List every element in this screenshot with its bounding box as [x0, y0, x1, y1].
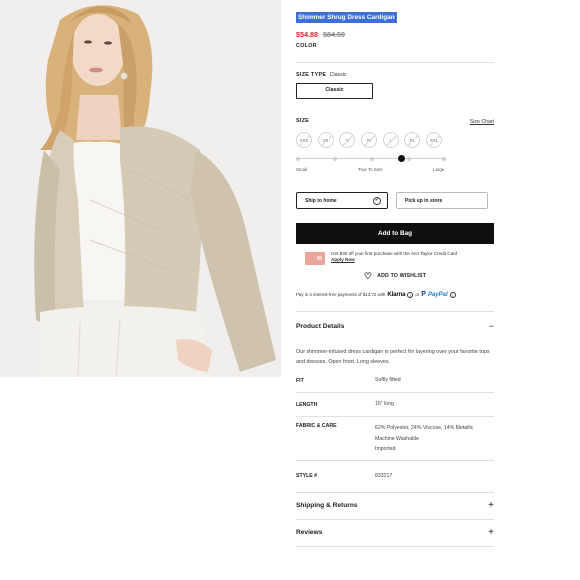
size-type-value: Classic — [329, 72, 347, 78]
size-option-s[interactable]: S — [339, 132, 356, 148]
size-header: SIZE Size Chart — [296, 118, 494, 125]
size-option-xs[interactable]: XS — [317, 132, 334, 148]
add-to-bag-button[interactable]: Add to Bag — [296, 223, 494, 244]
apply-now-link[interactable]: Apply Now — [331, 257, 457, 263]
spec-row-style: STYLE # 833217 — [296, 461, 494, 493]
plus-icon[interactable]: + — [488, 527, 494, 538]
paypal-logo[interactable]: PayPal — [428, 292, 448, 298]
model-photo — [0, 0, 281, 377]
spec-row-fabric: FABRIC & CARE 62% Polyester, 24% Viscose… — [296, 417, 494, 461]
spec-value: Softly fitted — [375, 377, 401, 384]
fit-tick — [407, 156, 411, 161]
fit-indicator — [397, 154, 405, 162]
product-image[interactable] — [0, 0, 281, 377]
payment-or: or — [415, 292, 420, 297]
size-option-m[interactable]: M — [361, 132, 378, 148]
size-option-xl[interactable]: XL — [404, 132, 421, 148]
product-details-title: Product Details — [296, 322, 345, 330]
size-options: XXS XS S M L XL XXL — [296, 132, 494, 148]
product-description: Our shimmer-infused dress cardigan is pe… — [296, 349, 490, 365]
product-details-panel: Shimmer Shrug Dress Cardigan $54.88 $84.… — [296, 6, 494, 547]
ship-to-home-option[interactable]: Ship to home ✓ — [296, 192, 388, 209]
size-chart-link[interactable]: Size Chart — [470, 119, 494, 125]
product-details-header[interactable]: Product Details − — [296, 322, 494, 331]
payment-options: Pay in 4 interest-free payments of $13.7… — [296, 291, 494, 298]
product-title: Shimmer Shrug Dress Cardigan — [296, 12, 397, 23]
accordion-label: Reviews — [296, 529, 323, 536]
fit-tick — [370, 156, 374, 161]
size-type-classic-button[interactable]: Classic — [296, 83, 373, 99]
fit-tick — [442, 156, 446, 161]
accordion-label: Shipping & Returns — [296, 502, 358, 509]
plus-icon[interactable]: + — [488, 500, 494, 511]
fit-scale-labels: Small True To Size Large — [296, 167, 456, 175]
fulfillment-options: Ship to home ✓ Pick up in store — [296, 192, 494, 209]
divider — [296, 62, 494, 63]
info-icon[interactable]: i — [449, 291, 456, 298]
pick-up-in-store-option[interactable]: Pick up in store — [396, 192, 488, 209]
klarna-logo[interactable]: Klarna — [387, 291, 405, 298]
spec-key: FABRIC & CARE — [296, 423, 337, 429]
fit-scale — [296, 154, 446, 167]
spec-value: Machine Washable — [375, 435, 419, 442]
fit-tick — [296, 156, 300, 161]
color-label: COLOR — [296, 43, 317, 49]
size-type-label: SIZE TYPE — [296, 72, 327, 78]
spec-value: 62% Polyester, 24% Viscose, 14% Metallic — [375, 425, 474, 431]
spec-value: 16" long — [375, 401, 394, 408]
original-price: $84.50 — [322, 30, 345, 39]
size-option-xxs[interactable]: XXS — [296, 132, 312, 148]
spec-value: Imported — [375, 446, 396, 452]
credit-card-icon — [305, 252, 325, 265]
spec-row-length: LENGTH 16" long — [296, 393, 494, 417]
shipping-returns-accordion[interactable]: Shipping & Returns + — [296, 493, 494, 520]
credit-card-promo: Get $30 off your first purchase with the… — [305, 251, 494, 265]
spec-key: FIT — [296, 377, 304, 384]
spec-key: LENGTH — [296, 401, 318, 408]
spec-key: STYLE # — [296, 473, 318, 479]
divider — [296, 311, 494, 312]
payment-text: Pay in 4 interest-free payments of $13.7… — [296, 292, 386, 297]
size-option-xxl[interactable]: XXL — [426, 132, 443, 148]
spec-row-fit: FIT Softly fitted — [296, 369, 494, 393]
fit-tick — [333, 156, 337, 161]
fit-label-true-to-size: True To Size — [358, 167, 383, 172]
fit-label-small: Small — [296, 167, 307, 172]
sale-price: $54.88 — [296, 30, 318, 39]
size-option-l[interactable]: L — [382, 132, 399, 148]
heart-icon: ♡ — [363, 271, 373, 281]
fit-label-large: Large — [433, 167, 445, 172]
check-icon: ✓ — [373, 196, 381, 205]
paypal-icon: P — [421, 291, 426, 298]
promo-text: Get $30 off your first purchase with the… — [331, 251, 458, 256]
size-type-row: SIZE TYPE Classic — [296, 72, 494, 79]
wishlist-label: ADD TO WISHLIST — [377, 273, 427, 279]
size-label: SIZE — [296, 118, 310, 124]
price: $54.88 $84.50 — [296, 30, 494, 39]
info-icon[interactable]: i — [407, 291, 414, 298]
reviews-accordion[interactable]: Reviews + — [296, 520, 494, 547]
add-to-wishlist[interactable]: ♡ ADD TO WISHLIST — [296, 271, 494, 281]
collapse-icon[interactable]: − — [489, 322, 494, 331]
spec-value: 833217 — [375, 472, 393, 479]
